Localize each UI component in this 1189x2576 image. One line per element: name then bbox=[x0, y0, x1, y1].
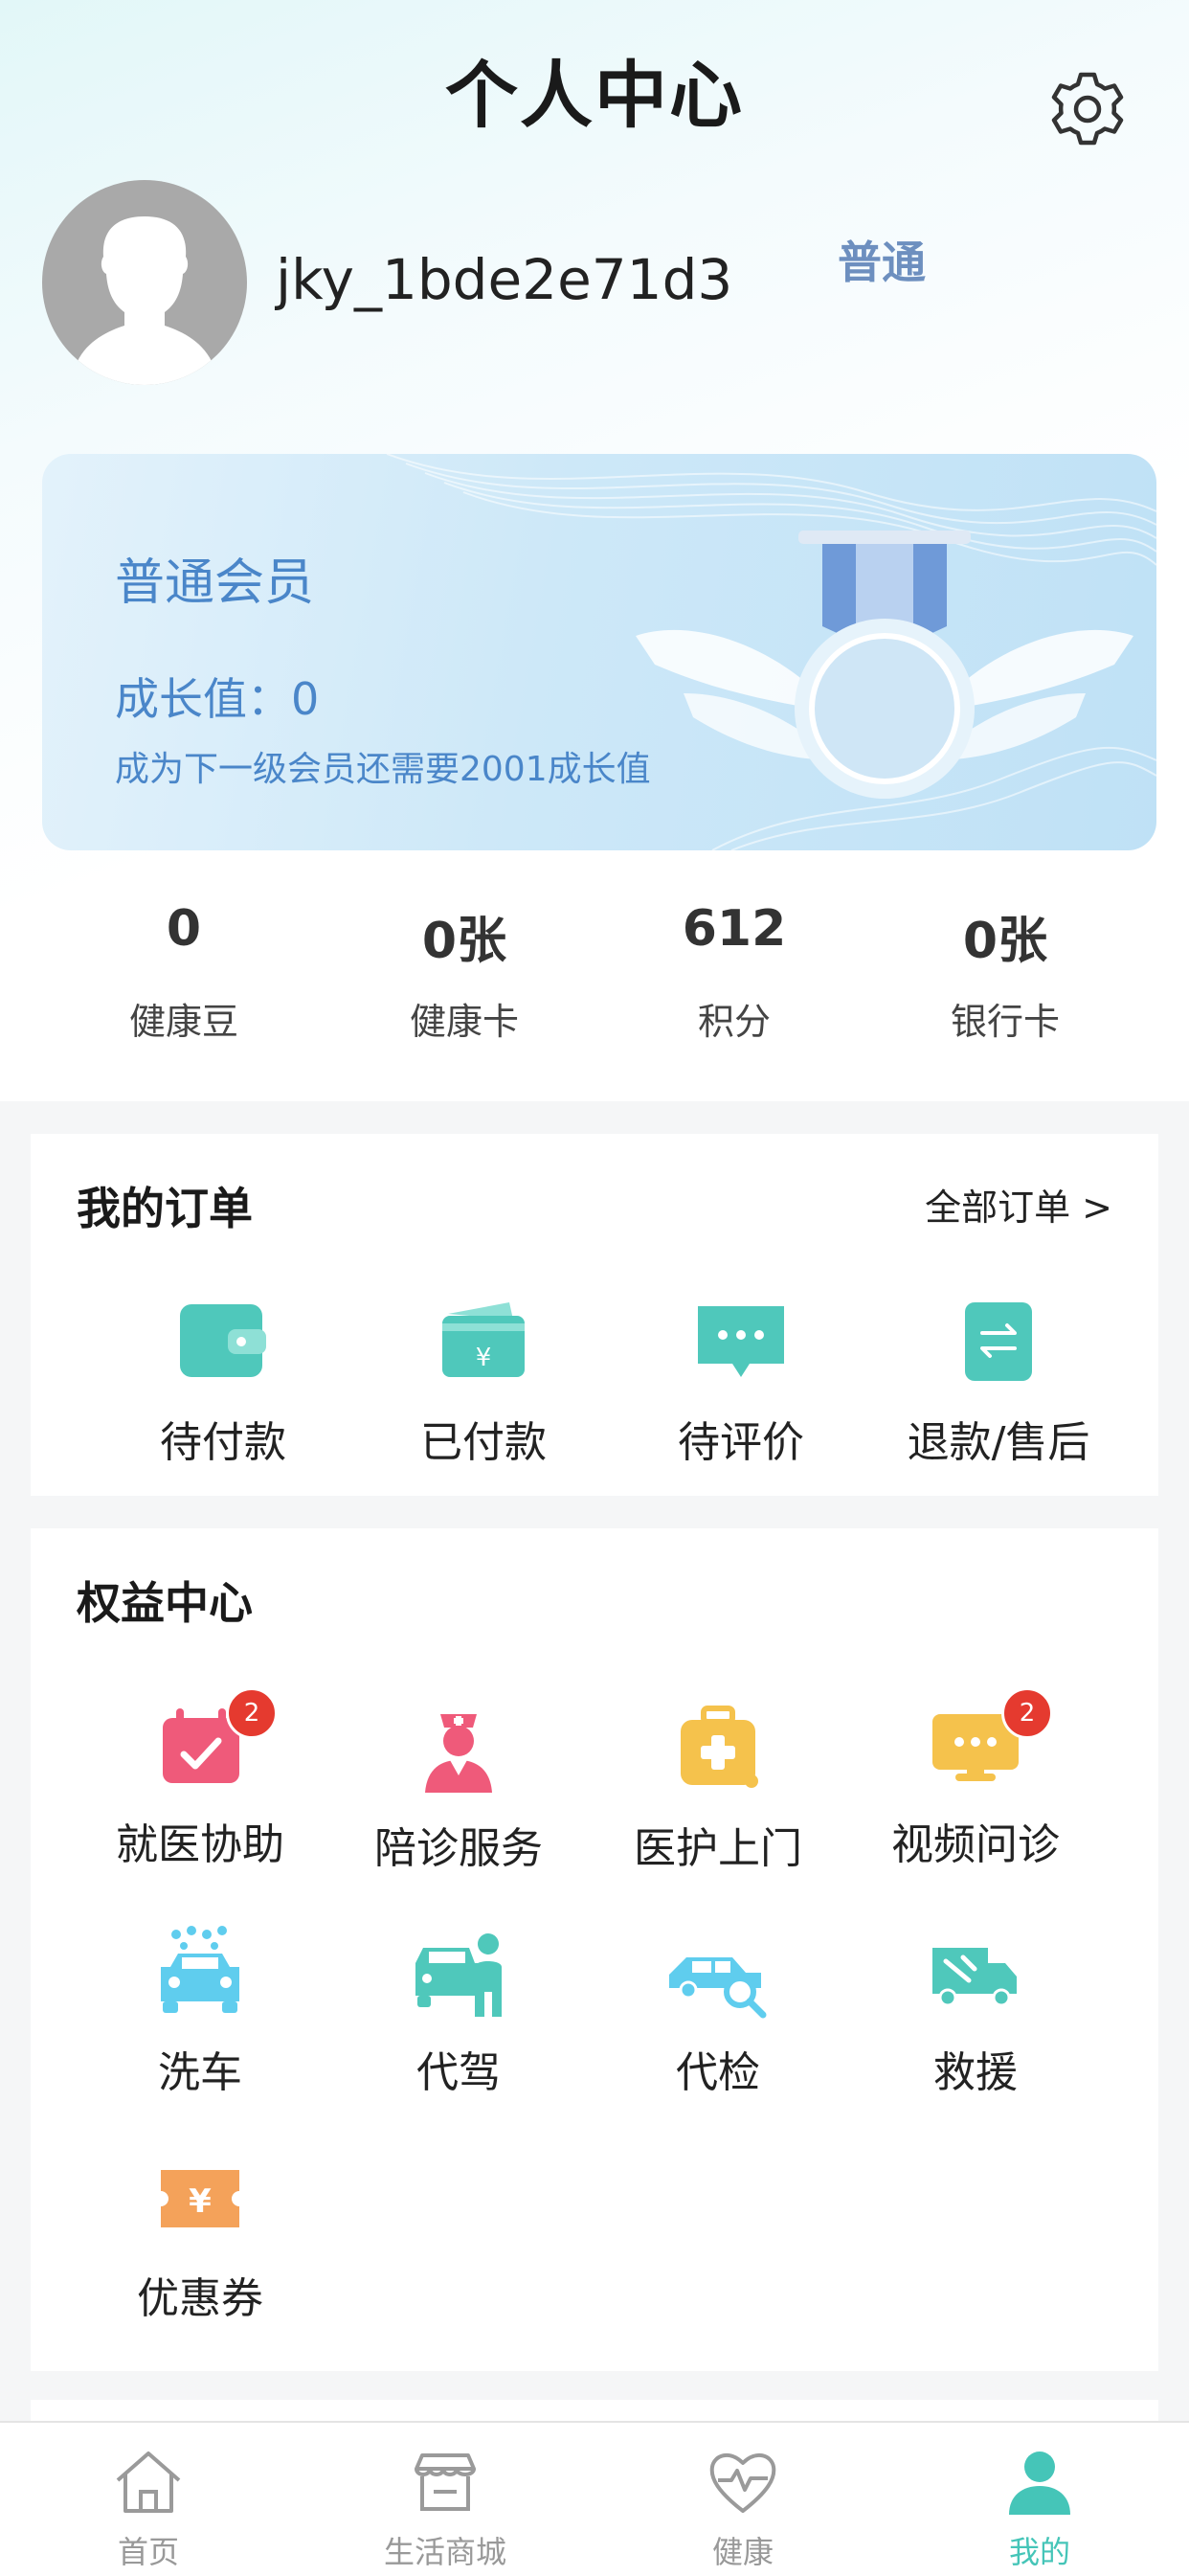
order-label: 待评价 bbox=[678, 1418, 804, 1467]
car-inspection-icon bbox=[669, 1957, 767, 2019]
notification-badge: 2 bbox=[226, 1687, 278, 1739]
tab-label: 首页 bbox=[117, 2534, 179, 2570]
benefit-label: 就医协助 bbox=[116, 1820, 284, 1869]
order-pending-review[interactable]: 待评价 bbox=[612, 1295, 870, 1469]
notification-badge: 2 bbox=[1001, 1687, 1053, 1739]
user-icon bbox=[1009, 2452, 1070, 2515]
benefits-title: 权益中心 bbox=[77, 1577, 253, 1629]
benefit-label: 救援 bbox=[933, 2048, 1018, 2097]
stat-health-beans[interactable]: 0 健康豆 bbox=[40, 900, 327, 1045]
stat-value: 0 bbox=[166, 900, 202, 958]
avatar[interactable] bbox=[42, 180, 247, 385]
tab-bar: 首页 生活商城 健康 我的 bbox=[0, 2421, 1189, 2576]
medical-kit-icon bbox=[681, 1706, 758, 1788]
tab-health[interactable]: 健康 bbox=[594, 2423, 891, 2576]
benefit-coupon[interactable]: ¥ 优惠券 bbox=[71, 2151, 329, 2325]
page-title: 个人中心 bbox=[445, 53, 744, 138]
medal-icon bbox=[636, 531, 1133, 799]
stat-label: 健康卡 bbox=[409, 1001, 519, 1043]
tab-mall[interactable]: 生活商城 bbox=[297, 2423, 594, 2576]
benefit-label: 优惠券 bbox=[137, 2274, 263, 2323]
username: jky_1bde2e71d3 bbox=[276, 247, 733, 312]
benefit-home-care[interactable]: 医护上门 bbox=[589, 1701, 847, 1875]
stat-value: 612 bbox=[682, 900, 787, 958]
chauffeur-icon bbox=[415, 1933, 502, 2017]
orders-title: 我的订单 bbox=[77, 1183, 253, 1234]
stat-health-card[interactable]: 0张 健康卡 bbox=[321, 900, 608, 1045]
benefit-label: 视频问诊 bbox=[891, 1820, 1060, 1869]
stat-label: 银行卡 bbox=[950, 1001, 1060, 1043]
benefit-car-wash[interactable]: 洗车 bbox=[71, 1925, 329, 2099]
stat-points[interactable]: 612 积分 bbox=[591, 900, 878, 1045]
svg-text:¥: ¥ bbox=[476, 1344, 492, 1372]
benefit-medical-assist[interactable]: 2 就医协助 bbox=[71, 1687, 329, 1871]
benefit-label: 洗车 bbox=[158, 2048, 242, 2097]
benefit-label: 陪诊服务 bbox=[374, 1824, 543, 1873]
order-label: 退款/售后 bbox=[907, 1418, 1090, 1467]
gear-icon[interactable] bbox=[1047, 69, 1128, 149]
refund-icon bbox=[965, 1302, 1032, 1381]
nurse-icon bbox=[425, 1714, 492, 1793]
benefit-label: 代检 bbox=[676, 2048, 760, 2097]
next-panel-edge bbox=[31, 2400, 1158, 2421]
heartbeat-icon bbox=[709, 2452, 776, 2513]
stat-value: 0张 bbox=[421, 913, 507, 970]
comment-icon bbox=[698, 1306, 784, 1377]
benefit-video-consult[interactable]: 2 视频问诊 bbox=[846, 1687, 1105, 1871]
svg-text:¥: ¥ bbox=[189, 2182, 212, 2221]
benefit-rescue[interactable]: 救援 bbox=[846, 1925, 1105, 2099]
stat-value: 0张 bbox=[962, 913, 1048, 970]
tow-truck-icon bbox=[932, 1948, 1017, 2007]
all-orders-link[interactable]: 全部订单 > bbox=[925, 1178, 1112, 1231]
coupon-icon: ¥ bbox=[161, 2170, 239, 2227]
tab-label: 健康 bbox=[711, 2534, 774, 2570]
car-wash-icon bbox=[161, 1926, 239, 2013]
orders-panel: 我的订单 全部订单 > 待付款 ¥ 已付款 待评价 退款/售后 bbox=[31, 1134, 1158, 1496]
order-label: 已付款 bbox=[420, 1418, 547, 1467]
tab-mine[interactable]: 我的 bbox=[891, 2423, 1188, 2576]
tab-home[interactable]: 首页 bbox=[0, 2423, 297, 2576]
medal-label: 普通 bbox=[838, 237, 926, 288]
wallet-icon bbox=[180, 1304, 266, 1377]
benefits-panel: 权益中心 2 就医协助 陪诊服务 医护上门 2 视频问诊 洗车 代驾 代检 救援… bbox=[31, 1528, 1158, 2371]
order-refund[interactable]: 退款/售后 bbox=[869, 1295, 1128, 1469]
home-icon bbox=[116, 2452, 181, 2513]
benefit-label: 医护上门 bbox=[634, 1824, 802, 1873]
benefit-label: 代驾 bbox=[416, 2048, 501, 2097]
tab-label: 我的 bbox=[1008, 2534, 1070, 2570]
order-label: 待付款 bbox=[160, 1418, 286, 1467]
benefit-chauffeur[interactable]: 代驾 bbox=[329, 1925, 588, 2099]
stat-bank-card[interactable]: 0张 银行卡 bbox=[862, 900, 1149, 1045]
stat-label: 积分 bbox=[697, 1001, 771, 1043]
stat-label: 健康豆 bbox=[128, 1001, 238, 1043]
benefit-car-inspection[interactable]: 代检 bbox=[589, 1925, 847, 2099]
member-level: 普通会员 bbox=[115, 554, 315, 612]
paid-card-icon: ¥ bbox=[442, 1302, 525, 1377]
order-paid[interactable]: ¥ 已付款 bbox=[354, 1295, 613, 1469]
next-level-hint: 成为下一级会员还需要2001成长值 bbox=[115, 750, 651, 789]
order-pending-payment[interactable]: 待付款 bbox=[94, 1295, 352, 1469]
store-icon bbox=[415, 2453, 476, 2511]
growth-value: 成长值：0 bbox=[115, 673, 320, 725]
stats-row: 0 健康豆 0张 健康卡 612 积分 0张 银行卡 bbox=[0, 900, 1189, 1082]
tab-label: 生活商城 bbox=[383, 2534, 506, 2570]
benefit-escort-service[interactable]: 陪诊服务 bbox=[329, 1701, 588, 1875]
